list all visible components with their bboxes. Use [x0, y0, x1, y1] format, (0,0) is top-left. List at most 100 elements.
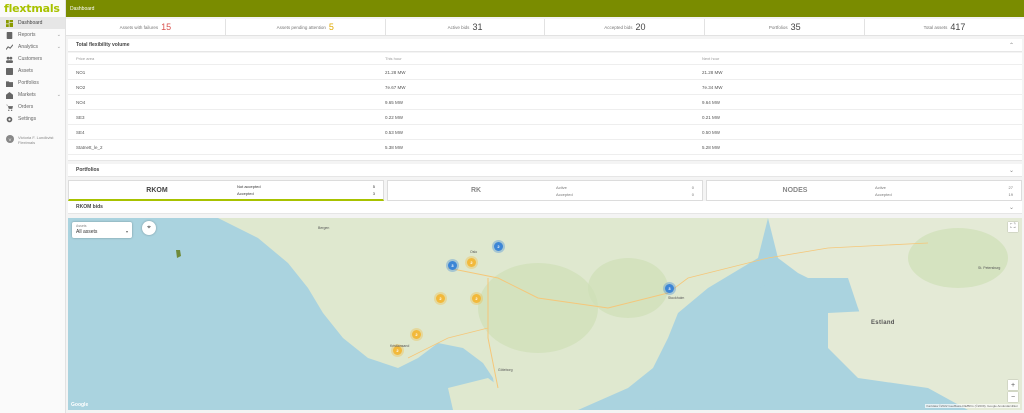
table-cell: 0.22 MW — [385, 114, 404, 120]
column-header[interactable]: Next hour — [698, 56, 1022, 61]
stat-accepted-bids[interactable]: Accepted bids 20 — [545, 19, 706, 35]
fullscreen-icon[interactable]: ⛶ — [1008, 222, 1018, 232]
sidebar-item-settings[interactable]: Settings — [0, 113, 65, 125]
dashboard-icon — [6, 19, 13, 27]
map-label-oslo: Oslo — [470, 250, 478, 254]
column-header[interactable]: Price area — [68, 56, 383, 61]
orders-icon — [6, 104, 13, 111]
stat-value: 417 — [950, 22, 966, 32]
map-cluster[interactable]: 2 — [494, 242, 503, 251]
zoom-out-button[interactable]: − — [1008, 392, 1018, 402]
map-attribution[interactable]: Kartdata ©2022 GeoBasis-DE/BKG (©2009), … — [924, 404, 1020, 408]
logo[interactable]: flextmals — [0, 0, 65, 17]
sidebar-item-analytics[interactable]: Analytics ⌄ — [0, 41, 65, 53]
table-row: NO4 9.65 MW 9.64 MW — [68, 95, 1022, 110]
stat-label: Portfolios — [768, 24, 788, 30]
flexibility-panel-header[interactable]: Total flexibility volume ⌃ — [68, 39, 1022, 52]
asset-filter-select[interactable]: Assets All assets ▾ — [72, 222, 132, 238]
markets-icon — [6, 91, 13, 99]
table-cell: 0.53 MW — [385, 129, 404, 135]
map-cluster[interactable]: 2 — [472, 294, 481, 303]
sidebar-item-label: Orders — [18, 104, 34, 110]
locate-icon[interactable]: ⌖ — [142, 221, 156, 235]
map-label-goteborg: Göteborg — [498, 368, 513, 372]
sidebar-item-label: Settings — [18, 116, 37, 122]
card-row-label: Accepted — [237, 191, 254, 196]
google-logo: Google — [71, 402, 89, 408]
table-cell: SE3 — [76, 114, 85, 120]
stat-portfolios[interactable]: Portfolios 35 — [705, 19, 866, 35]
card-row: Not accepted 5 — [237, 184, 375, 189]
table-row: NO2 7e.67 MW 7e.34 MW — [68, 80, 1022, 95]
table-cell: 21.28 MW — [385, 69, 406, 75]
chevron-down-icon: ⌄ — [56, 32, 61, 38]
sidebar-item-assets[interactable]: Assets — [0, 65, 65, 77]
stat-value: 31 — [472, 22, 483, 32]
table-row: SE3 0.22 MW 0.21 MW — [68, 110, 1022, 125]
sidebar-item-customers[interactable]: Customers — [0, 53, 65, 65]
stat-value: 15 — [161, 22, 172, 32]
sidebar: flextmals Dashboard Reports ⌄ Analytics … — [0, 0, 66, 413]
card-nodes[interactable]: NODES Active 27 Accepted 19 — [706, 180, 1022, 201]
table-cell: 9.65 MW — [385, 99, 404, 105]
map-cluster[interactable]: 2 — [412, 330, 421, 339]
map-cluster[interactable]: 2 — [467, 258, 476, 267]
card-row-label: Active — [875, 184, 886, 190]
sidebar-item-label: Assets — [18, 68, 34, 74]
table-row: SE4 0.53 MW 0.50 MW — [68, 125, 1022, 140]
stat-assets-pending[interactable]: Assets pending attention 5 — [226, 19, 386, 35]
market-cards: RKOM Not accepted 5 Accepted 3 RK Active 0 … — [68, 180, 1022, 201]
user-profile[interactable]: V Victoria F. Lundkvist Flextmals — [0, 131, 65, 149]
portfolios-panel-header[interactable]: Portfolios ⌄ — [68, 164, 1022, 177]
zoom-in-button[interactable]: + — [1008, 380, 1018, 390]
sidebar-item-orders[interactable]: Orders — [0, 101, 65, 113]
card-row-value: 0 — [691, 184, 694, 190]
stat-value: 5 — [328, 22, 334, 32]
stat-label: Total assets — [923, 24, 948, 30]
table-row: NO1 21.28 MW 21.28 MW — [68, 65, 1022, 80]
card-row-value: 19 — [1008, 191, 1013, 197]
stat-total-assets[interactable]: Total assets 417 — [865, 19, 1024, 35]
map-cluster[interactable]: 2 — [436, 294, 445, 303]
sidebar-item-dashboard[interactable]: Dashboard — [0, 17, 65, 29]
card-row: Accepted 0 — [556, 192, 694, 197]
card-row-label: Active — [556, 184, 567, 190]
sidebar-item-portfolios[interactable]: Portfolios — [0, 77, 65, 89]
sidebar-item-reports[interactable]: Reports ⌄ — [0, 29, 65, 41]
filter-value: All assets — [76, 229, 98, 235]
map-cluster[interactable]: 3 — [665, 284, 674, 293]
table-cell: 21.28 MW — [702, 69, 723, 75]
map-label-bergen: Bergen — [318, 226, 330, 230]
card-row-value: 0 — [691, 191, 694, 197]
sidebar-item-label: Reports — [18, 32, 36, 38]
stat-assets-failures[interactable]: Assets with failures 15 — [66, 19, 226, 35]
stat-active-bids[interactable]: Active bids 31 — [386, 19, 546, 35]
assets-map[interactable]: Assets All assets ▾ ⌖ ⛶ + − 2 3 2 2 2 3 … — [68, 218, 1022, 410]
card-rk[interactable]: RK Active 0 Accepted 0 — [387, 180, 703, 201]
table-cell: 5.28 MW — [702, 144, 721, 150]
main-content: Assets with failures 15 Assets pending a… — [66, 17, 1024, 413]
stat-label: Assets with failures — [119, 24, 159, 30]
chevron-up-icon: ⌃ — [1008, 42, 1014, 49]
card-rkom[interactable]: RKOM Not accepted 5 Accepted 3 — [68, 180, 384, 201]
map-base — [68, 218, 1022, 410]
sidebar-item-markets[interactable]: Markets ⌄ — [0, 89, 65, 101]
portfolios-icon — [6, 80, 13, 87]
chevron-down-icon: ⌄ — [1008, 204, 1014, 211]
logo-text: flextmals — [4, 2, 60, 15]
table-cell: 9.64 MW — [702, 99, 721, 105]
table-cell: NO1 — [76, 69, 86, 75]
settings-icon — [6, 116, 13, 123]
user-org: Flextmals — [18, 140, 36, 145]
column-header[interactable]: This hour — [383, 56, 698, 61]
table-cell: NO2 — [76, 84, 86, 90]
card-row: Accepted 3 — [237, 191, 375, 196]
stat-label: Assets pending attention — [276, 24, 326, 30]
map-cluster[interactable]: 3 — [448, 261, 457, 270]
sidebar-item-label: Analytics — [18, 44, 39, 50]
map-label-petersburg: St. Petersburg — [978, 266, 1001, 270]
card-row-value: 27 — [1008, 184, 1013, 190]
bids-panel-header[interactable]: RKOM bids ⌄ — [68, 201, 1022, 214]
card-name: RK — [470, 187, 482, 194]
sidebar-item-label: Markets — [18, 92, 36, 98]
